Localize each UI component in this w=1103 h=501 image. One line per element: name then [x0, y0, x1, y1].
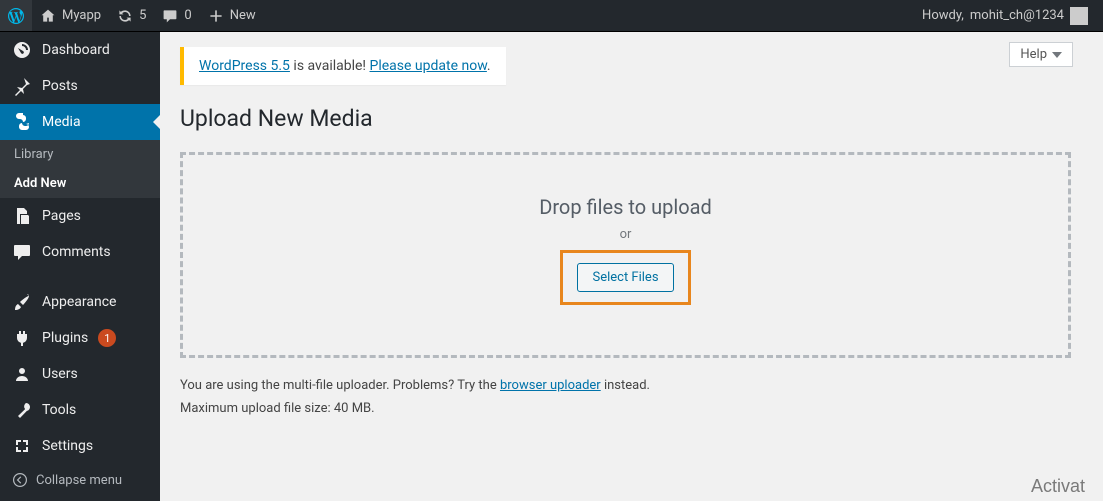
sidebar-item-label: Appearance — [42, 294, 116, 310]
collapse-label: Collapse menu — [36, 473, 122, 488]
brush-icon — [12, 292, 32, 312]
content-area: Help WordPress 5.5 is available! Please … — [160, 32, 1091, 501]
howdy-prefix: Howdy, — [922, 8, 964, 23]
comment-icon — [162, 8, 178, 24]
activate-watermark: Activat — [1031, 476, 1085, 497]
comments-link[interactable]: 0 — [154, 0, 199, 31]
home-icon — [40, 8, 56, 24]
admin-toolbar: Myapp 5 0 New Howdy, mohit_ch@1234 — [0, 0, 1103, 32]
help-label: Help — [1020, 47, 1047, 62]
user-name: mohit_ch@1234 — [970, 8, 1064, 23]
collapse-menu[interactable]: Collapse menu — [0, 464, 160, 496]
uploader-pre: You are using the multi-file uploader. P… — [180, 378, 500, 393]
select-highlight: Select Files — [560, 250, 690, 305]
browser-uploader-link[interactable]: browser uploader — [500, 378, 601, 393]
sidebar-item-label: Posts — [42, 78, 78, 94]
notice-tail: . — [487, 58, 491, 74]
site-name: Myapp — [62, 8, 101, 23]
media-icon — [12, 112, 32, 132]
sidebar-item-tools[interactable]: Tools — [0, 392, 160, 428]
drop-hint: Drop files to upload — [183, 195, 1068, 219]
toolbar-right: Howdy, mohit_ch@1234 — [914, 0, 1103, 31]
sidebar-sub-add-new[interactable]: Add New — [0, 169, 160, 198]
sidebar-sub-library[interactable]: Library — [0, 140, 160, 169]
sidebar-item-settings[interactable]: Settings — [0, 428, 160, 464]
wp-version-link[interactable]: WordPress 5.5 — [199, 58, 290, 74]
collapse-icon — [12, 472, 28, 488]
wp-logo[interactable] — [0, 0, 32, 31]
sidebar-item-comments[interactable]: Comments — [0, 234, 160, 270]
comments-icon — [12, 242, 32, 262]
upload-dropzone[interactable]: Drop files to upload or Select Files — [180, 152, 1071, 358]
site-link[interactable]: Myapp — [32, 0, 109, 31]
sidebar-item-label: Plugins — [42, 330, 88, 346]
account-link[interactable]: Howdy, mohit_ch@1234 — [914, 0, 1088, 31]
sidebar-item-label: Pages — [42, 208, 81, 224]
sidebar-item-media[interactable]: Media — [0, 104, 160, 140]
uploader-info: You are using the multi-file uploader. P… — [180, 378, 1071, 393]
sidebar-item-label: Dashboard — [42, 42, 110, 58]
sidebar-item-label: Comments — [42, 244, 111, 260]
sidebar-item-pages[interactable]: Pages — [0, 198, 160, 234]
comment-count: 0 — [184, 8, 191, 23]
new-label: New — [230, 8, 256, 23]
sidebar-item-label: Settings — [42, 438, 93, 454]
new-content[interactable]: New — [200, 0, 264, 31]
plugin-icon — [12, 328, 32, 348]
plus-icon — [208, 8, 224, 24]
avatar — [1070, 7, 1088, 25]
uploader-post: instead. — [601, 378, 650, 393]
update-icon — [117, 8, 133, 24]
update-count: 5 — [139, 8, 146, 23]
page-title: Upload New Media — [180, 105, 1071, 132]
sidebar-item-plugins[interactable]: Plugins 1 — [0, 320, 160, 356]
max-size-info: Maximum upload file size: 40 MB. — [180, 401, 1071, 416]
tools-icon — [12, 400, 32, 420]
update-notice: WordPress 5.5 is available! Please updat… — [180, 47, 506, 85]
updates-link[interactable]: 5 — [109, 0, 154, 31]
dashboard-icon — [12, 40, 32, 60]
sidebar-item-posts[interactable]: Posts — [0, 68, 160, 104]
caret-down-icon — [1052, 52, 1062, 58]
sidebar-item-label: Users — [42, 366, 78, 382]
help-tab[interactable]: Help — [1009, 42, 1073, 67]
sidebar-item-users[interactable]: Users — [0, 356, 160, 392]
sidebar-item-label: Media — [42, 114, 81, 130]
or-text: or — [183, 227, 1068, 242]
wordpress-icon — [8, 8, 24, 24]
sidebar-submenu-media: Library Add New — [0, 140, 160, 198]
update-now-link[interactable]: Please update now — [370, 58, 487, 74]
plugin-badge: 1 — [98, 329, 116, 347]
settings-icon — [12, 436, 32, 456]
toolbar-left: Myapp 5 0 New — [0, 0, 264, 31]
pages-icon — [12, 206, 32, 226]
pin-icon — [12, 76, 32, 96]
users-icon — [12, 364, 32, 384]
notice-text: is available! — [290, 58, 370, 74]
sidebar-item-label: Tools — [42, 402, 76, 418]
sidebar-item-dashboard[interactable]: Dashboard — [0, 32, 160, 68]
select-files-button[interactable]: Select Files — [577, 263, 673, 292]
admin-sidebar: Dashboard Posts Media Library Add New Pa… — [0, 32, 160, 501]
sidebar-item-appearance[interactable]: Appearance — [0, 284, 160, 320]
